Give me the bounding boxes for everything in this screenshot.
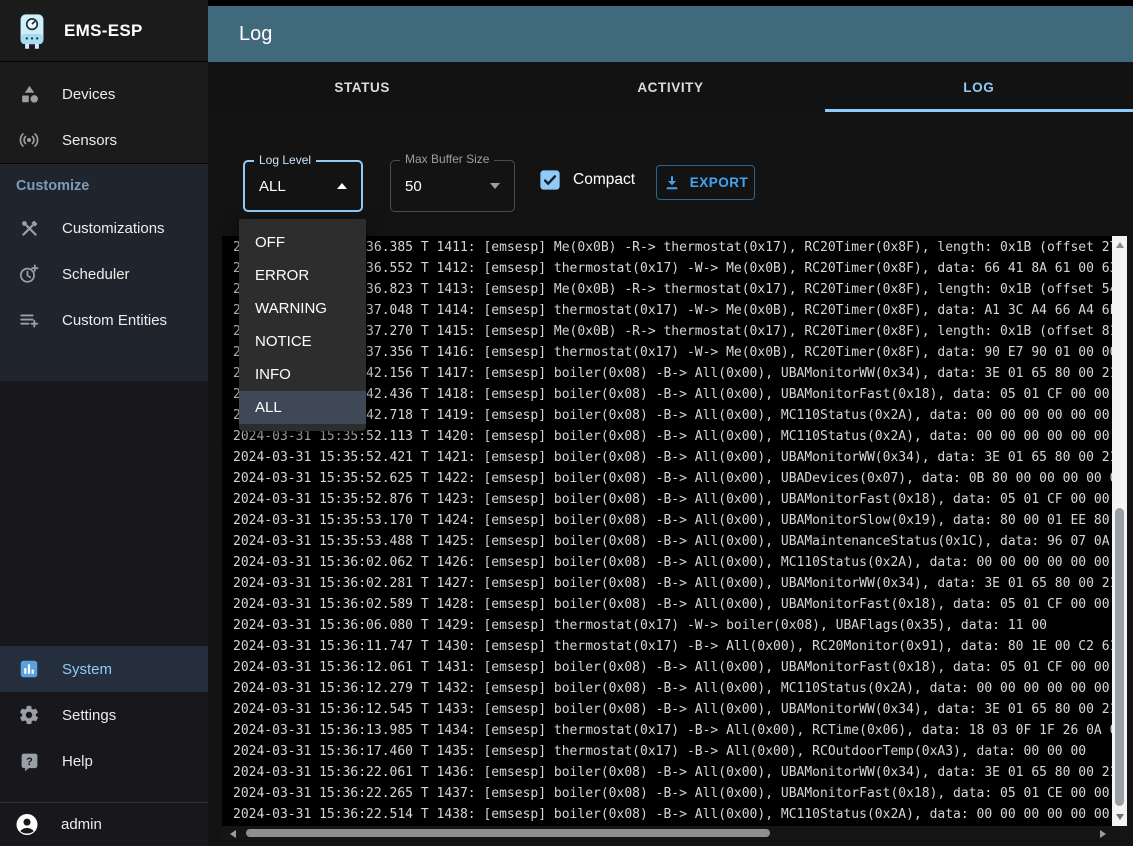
sidebar-bottom-nav: System Settings? Help — [0, 646, 208, 784]
tab-log[interactable]: LOG — [825, 62, 1133, 112]
log-line: 2024-03-31 15:36:06.080 T 1429: [emsesp]… — [233, 615, 1112, 636]
tab-bar: STATUSACTIVITYLOG — [208, 62, 1133, 112]
log-line: 2024-03-31 15:36:11.747 T 1430: [emsesp]… — [233, 636, 1112, 657]
user-row[interactable]: admin — [0, 802, 208, 846]
menu-option-all[interactable]: ALL — [239, 391, 366, 424]
customizations-icon — [17, 216, 41, 240]
menu-option-off[interactable]: OFF — [239, 226, 366, 259]
sidebar-item-sensors[interactable]: Sensors — [0, 117, 208, 163]
log-level-select[interactable]: Log Level ALL — [243, 160, 363, 212]
sidebar-item-label: Customizations — [62, 220, 165, 237]
log-line: 2024-03-31 15:36:02.589 T 1428: [emsesp]… — [233, 594, 1112, 615]
page-title: Log — [239, 23, 272, 46]
export-button[interactable]: EXPORT — [656, 165, 755, 200]
sidebar-item-label: Help — [62, 753, 93, 770]
log-line: 2024-03-31 15:36:17.460 T 1435: [emsesp]… — [233, 741, 1112, 762]
log-line: 2024-03-31 15:36:02.281 T 1427: [emsesp]… — [233, 573, 1112, 594]
sidebar-item-label: System — [62, 661, 112, 678]
scheduler-icon — [17, 262, 41, 286]
sidebar-item-scheduler[interactable]: Scheduler — [0, 251, 208, 297]
horizontal-scrollbar-thumb[interactable] — [246, 829, 770, 837]
sidebar-item-label: Sensors — [62, 132, 117, 149]
account-icon — [15, 813, 39, 837]
sidebar-item-settings[interactable]: Settings — [0, 692, 208, 738]
log-line: 2024-03-31 15:35:53.170 T 1424: [emsesp]… — [233, 510, 1112, 531]
settings-icon — [17, 703, 41, 727]
devices-icon — [17, 82, 41, 106]
log-level-menu: OFFERRORWARNINGNOTICEINFOALL — [239, 219, 366, 431]
custom-entities-icon — [17, 308, 41, 332]
horizontal-scrollbar[interactable] — [222, 826, 1127, 840]
boiler-logo-icon — [16, 10, 50, 52]
tab-status[interactable]: STATUS — [208, 62, 516, 112]
menu-option-error[interactable]: ERROR — [239, 259, 366, 292]
log-level-value: ALL — [245, 178, 337, 195]
log-line: 2024-03-31 15:35:52.625 T 1422: [emsesp]… — [233, 468, 1112, 489]
sidebar-item-label: Scheduler — [62, 266, 130, 283]
main-area: Log STATUSACTIVITYLOG Log Level ALL Max … — [208, 0, 1133, 846]
svg-text:?: ? — [26, 756, 33, 768]
menu-option-notice[interactable]: NOTICE — [239, 325, 366, 358]
log-line: 2024-03-31 15:36:22.265 T 1437: [emsesp]… — [233, 783, 1112, 804]
log-level-label: Log Level — [254, 153, 316, 167]
sidebar-item-devices[interactable]: Devices — [0, 71, 208, 117]
log-line: 2024-03-31 15:36:12.545 T 1433: [emsesp]… — [233, 699, 1112, 720]
sidebar-item-label: Settings — [62, 707, 116, 724]
sidebar-customize-nav: Customizations Scheduler Custom Entities — [0, 205, 208, 343]
help-icon: ? — [17, 749, 41, 773]
menu-option-info[interactable]: INFO — [239, 358, 366, 391]
log-line: 2024-03-31 15:36:12.061 T 1431: [emsesp]… — [233, 657, 1112, 678]
sidebar-item-help[interactable]: ? Help — [0, 738, 208, 784]
max-buffer-select[interactable]: Max Buffer Size 50 — [390, 160, 515, 212]
log-line: 2024-03-31 15:36:22.061 T 1436: [emsesp]… — [233, 762, 1112, 783]
vertical-scrollbar-thumb[interactable] — [1115, 508, 1124, 806]
app-bar: Log — [208, 6, 1133, 62]
menu-option-warning[interactable]: WARNING — [239, 292, 366, 325]
scroll-down-arrow-icon[interactable] — [1116, 814, 1124, 820]
max-buffer-value: 50 — [391, 178, 490, 195]
export-button-label: EXPORT — [690, 175, 749, 190]
log-line: 2024-03-31 15:35:52.876 T 1423: [emsesp]… — [233, 489, 1112, 510]
user-name: admin — [61, 816, 102, 833]
sidebar-item-label: Custom Entities — [62, 312, 167, 329]
log-line: 2024-03-31 15:36:13.985 T 1434: [emsesp]… — [233, 720, 1112, 741]
compact-checkbox[interactable]: Compact — [539, 169, 635, 191]
scroll-left-arrow-icon[interactable] — [230, 830, 236, 838]
log-line: 2024-03-31 15:36:22.514 T 1438: [emsesp]… — [233, 804, 1112, 825]
log-controls: Log Level ALL Max Buffer Size 50 Compact — [208, 112, 1133, 236]
scroll-up-arrow-icon[interactable] — [1116, 242, 1124, 248]
max-buffer-label: Max Buffer Size — [400, 152, 494, 166]
download-icon — [663, 174, 681, 192]
vertical-scrollbar[interactable] — [1112, 236, 1127, 826]
sidebar-main-nav: Devices Sensors — [0, 62, 208, 163]
system-icon — [17, 657, 41, 681]
log-line: 2024-03-31 15:35:52.421 T 1421: [emsesp]… — [233, 447, 1112, 468]
compact-label: Compact — [573, 171, 635, 189]
ems-esp-app: EMS-ESP Devices Sensors Customize Customi… — [0, 0, 1133, 846]
scroll-right-arrow-icon[interactable] — [1100, 830, 1106, 838]
log-line: 2024-03-31 15:35:53.488 T 1425: [emsesp]… — [233, 531, 1112, 552]
app-logo-row: EMS-ESP — [0, 0, 208, 62]
sidebar-section-label: Customize — [0, 163, 208, 205]
sidebar: EMS-ESP Devices Sensors Customize Customi… — [0, 0, 208, 846]
log-line: 2024-03-31 15:36:02.062 T 1426: [emsesp]… — [233, 552, 1112, 573]
sidebar-item-label: Devices — [62, 86, 115, 103]
chevron-down-icon — [490, 183, 500, 189]
checkbox-checked-icon — [539, 169, 561, 191]
chevron-up-icon — [337, 183, 347, 189]
sidebar-item-system[interactable]: System — [0, 646, 208, 692]
sidebar-item-customizations[interactable]: Customizations — [0, 205, 208, 251]
tab-activity[interactable]: ACTIVITY — [516, 62, 824, 112]
sidebar-item-custom-entities[interactable]: Custom Entities — [0, 297, 208, 343]
log-line: 2024-03-31 15:36:12.279 T 1432: [emsesp]… — [233, 678, 1112, 699]
app-title: EMS-ESP — [64, 21, 143, 41]
sensors-icon — [17, 128, 41, 152]
